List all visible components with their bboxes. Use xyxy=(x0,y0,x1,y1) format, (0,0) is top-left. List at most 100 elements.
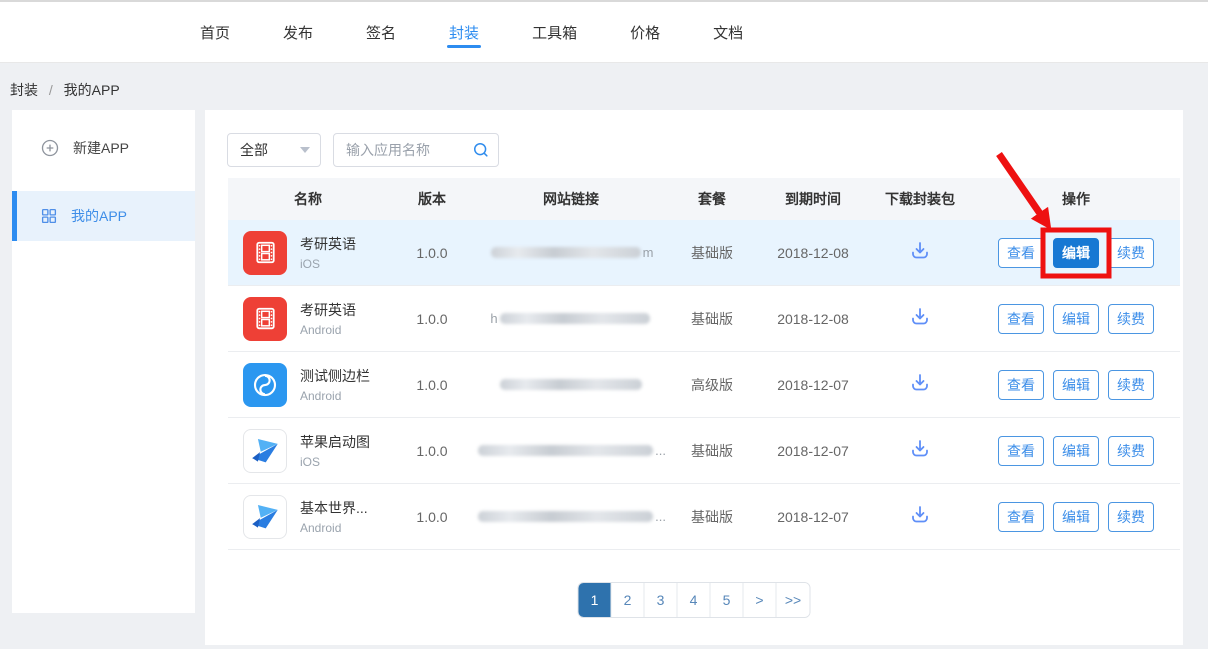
search-box xyxy=(333,133,499,167)
actions-cell: 查看 编辑 续费 xyxy=(972,502,1180,532)
sidebar-item-label: 新建APP xyxy=(73,138,129,158)
view-button[interactable]: 查看 xyxy=(998,304,1044,334)
actions-cell: 查看 编辑 续费 xyxy=(972,304,1180,334)
category-dropdown[interactable]: 全部 xyxy=(227,133,321,167)
chevron-down-icon xyxy=(300,147,310,153)
apps-table: 名称 版本 网站链接 套餐 到期时间 下载封装包 操作 考研英语 iOS 1.0… xyxy=(228,178,1180,550)
app-name-cell: 考研英语 iOS xyxy=(228,231,388,275)
page-button-4[interactable]: 4 xyxy=(678,583,711,617)
download-icon[interactable] xyxy=(908,371,932,395)
nav-item-home[interactable]: 首页 xyxy=(198,2,232,62)
column-header-name: 名称 xyxy=(228,189,388,209)
nav-item-publish[interactable]: 发布 xyxy=(281,2,315,62)
app-package: 基础版 xyxy=(666,243,758,263)
download-icon[interactable] xyxy=(908,239,932,263)
breadcrumb-separator: / xyxy=(49,82,53,98)
edit-button[interactable]: 编辑 xyxy=(1053,436,1099,466)
app-name-cell: 测试侧边栏 Android xyxy=(228,363,388,407)
view-button[interactable]: 查看 xyxy=(998,502,1044,532)
app-name-cell: 考研英语 Android xyxy=(228,297,388,341)
app-name-cell: 苹果启动图 iOS xyxy=(228,429,388,473)
app-platform: Android xyxy=(300,521,368,535)
nav-item-package[interactable]: 封装 xyxy=(447,2,481,62)
actions-cell: 查看 编辑 续费 xyxy=(972,370,1180,400)
column-header-expiry: 到期时间 xyxy=(758,189,868,209)
bird-app-icon xyxy=(243,495,287,539)
top-navigation: 首页 发布 签名 封装 工具箱 价格 文档 xyxy=(0,0,1208,63)
app-name: 测试侧边栏 xyxy=(300,366,370,386)
sidebar-item-label: 我的APP xyxy=(71,206,127,226)
sidebar-item-new-app[interactable]: 新建APP xyxy=(12,123,195,173)
slogo-app-icon xyxy=(243,363,287,407)
bird-app-icon xyxy=(243,429,287,473)
app-version: 1.0.0 xyxy=(388,509,476,525)
view-button[interactable]: 查看 xyxy=(998,238,1044,268)
nav-item-sign[interactable]: 签名 xyxy=(364,2,398,62)
actions-cell: 查看 编辑 续费 xyxy=(972,238,1180,268)
app-platform: iOS xyxy=(300,455,370,469)
breadcrumb-current: 我的APP xyxy=(64,82,120,98)
app-url-blurred: m xyxy=(476,245,666,260)
category-dropdown-value: 全部 xyxy=(240,140,268,160)
nav-item-docs[interactable]: 文档 xyxy=(711,2,745,62)
nav-item-price[interactable]: 价格 xyxy=(628,2,662,62)
renew-button[interactable]: 续费 xyxy=(1108,436,1154,466)
url-blur-smudge xyxy=(478,445,653,456)
app-version: 1.0.0 xyxy=(388,311,476,327)
renew-button[interactable]: 续费 xyxy=(1108,304,1154,334)
app-name: 苹果启动图 xyxy=(300,432,370,452)
view-button[interactable]: 查看 xyxy=(998,436,1044,466)
download-icon[interactable] xyxy=(908,437,932,461)
app-expiry-date: 2018-12-07 xyxy=(758,509,868,525)
edit-button[interactable]: 编辑 xyxy=(1053,370,1099,400)
page-button-2[interactable]: 2 xyxy=(612,583,645,617)
search-icon[interactable] xyxy=(471,140,491,165)
sidebar-item-my-app[interactable]: 我的APP xyxy=(12,191,195,241)
renew-button[interactable]: 续费 xyxy=(1108,370,1154,400)
url-suffix: ... xyxy=(655,443,666,458)
pagination: 12345>>> xyxy=(578,582,811,618)
app-version: 1.0.0 xyxy=(388,245,476,261)
nav-item-toolbox[interactable]: 工具箱 xyxy=(530,2,579,62)
edit-button[interactable]: 编辑 xyxy=(1053,304,1099,334)
page-button-3[interactable]: 3 xyxy=(645,583,678,617)
column-header-package: 套餐 xyxy=(666,189,758,209)
film-app-icon xyxy=(243,231,287,275)
page-button-5[interactable]: 5 xyxy=(711,583,744,617)
app-expiry-date: 2018-12-08 xyxy=(758,311,868,327)
app-url-blurred: ... xyxy=(476,509,666,524)
table-row: 考研英语 Android 1.0.0 h 基础版 2018-12-08 查看 编… xyxy=(228,286,1180,352)
url-prefix: h xyxy=(490,311,497,326)
app-platform: iOS xyxy=(300,257,356,271)
table-row: 基本世界... Android 1.0.0 ... 基础版 2018-12-07… xyxy=(228,484,1180,550)
edit-button[interactable]: 编辑 xyxy=(1053,238,1099,268)
download-icon[interactable] xyxy=(908,305,932,329)
app-name-cell: 基本世界... Android xyxy=(228,495,388,539)
film-app-icon xyxy=(243,297,287,341)
renew-button[interactable]: 续费 xyxy=(1108,502,1154,532)
renew-button[interactable]: 续费 xyxy=(1108,238,1154,268)
grid-icon xyxy=(40,207,58,225)
url-blur-smudge xyxy=(478,511,653,522)
download-icon[interactable] xyxy=(908,503,932,527)
app-package: 基础版 xyxy=(666,507,758,527)
table-row: 苹果启动图 iOS 1.0.0 ... 基础版 2018-12-07 查看 编辑… xyxy=(228,418,1180,484)
app-platform: Android xyxy=(300,323,356,337)
app-name: 考研英语 xyxy=(300,300,356,320)
app-version: 1.0.0 xyxy=(388,377,476,393)
next-page-button[interactable]: > xyxy=(744,583,777,617)
app-expiry-date: 2018-12-07 xyxy=(758,377,868,393)
sidebar: 新建APP 我的APP xyxy=(12,110,195,613)
column-header-actions: 操作 xyxy=(972,189,1180,209)
page-button-1[interactable]: 1 xyxy=(579,583,612,617)
url-blur-smudge xyxy=(500,313,650,324)
view-button[interactable]: 查看 xyxy=(998,370,1044,400)
breadcrumb-section[interactable]: 封装 xyxy=(10,82,38,98)
app-name: 考研英语 xyxy=(300,234,356,254)
app-url-blurred: h xyxy=(476,311,666,326)
url-suffix: ... xyxy=(655,509,666,524)
app-url-blurred: ... xyxy=(476,443,666,458)
app-expiry-date: 2018-12-08 xyxy=(758,245,868,261)
edit-button[interactable]: 编辑 xyxy=(1053,502,1099,532)
last-page-button[interactable]: >> xyxy=(777,583,810,617)
